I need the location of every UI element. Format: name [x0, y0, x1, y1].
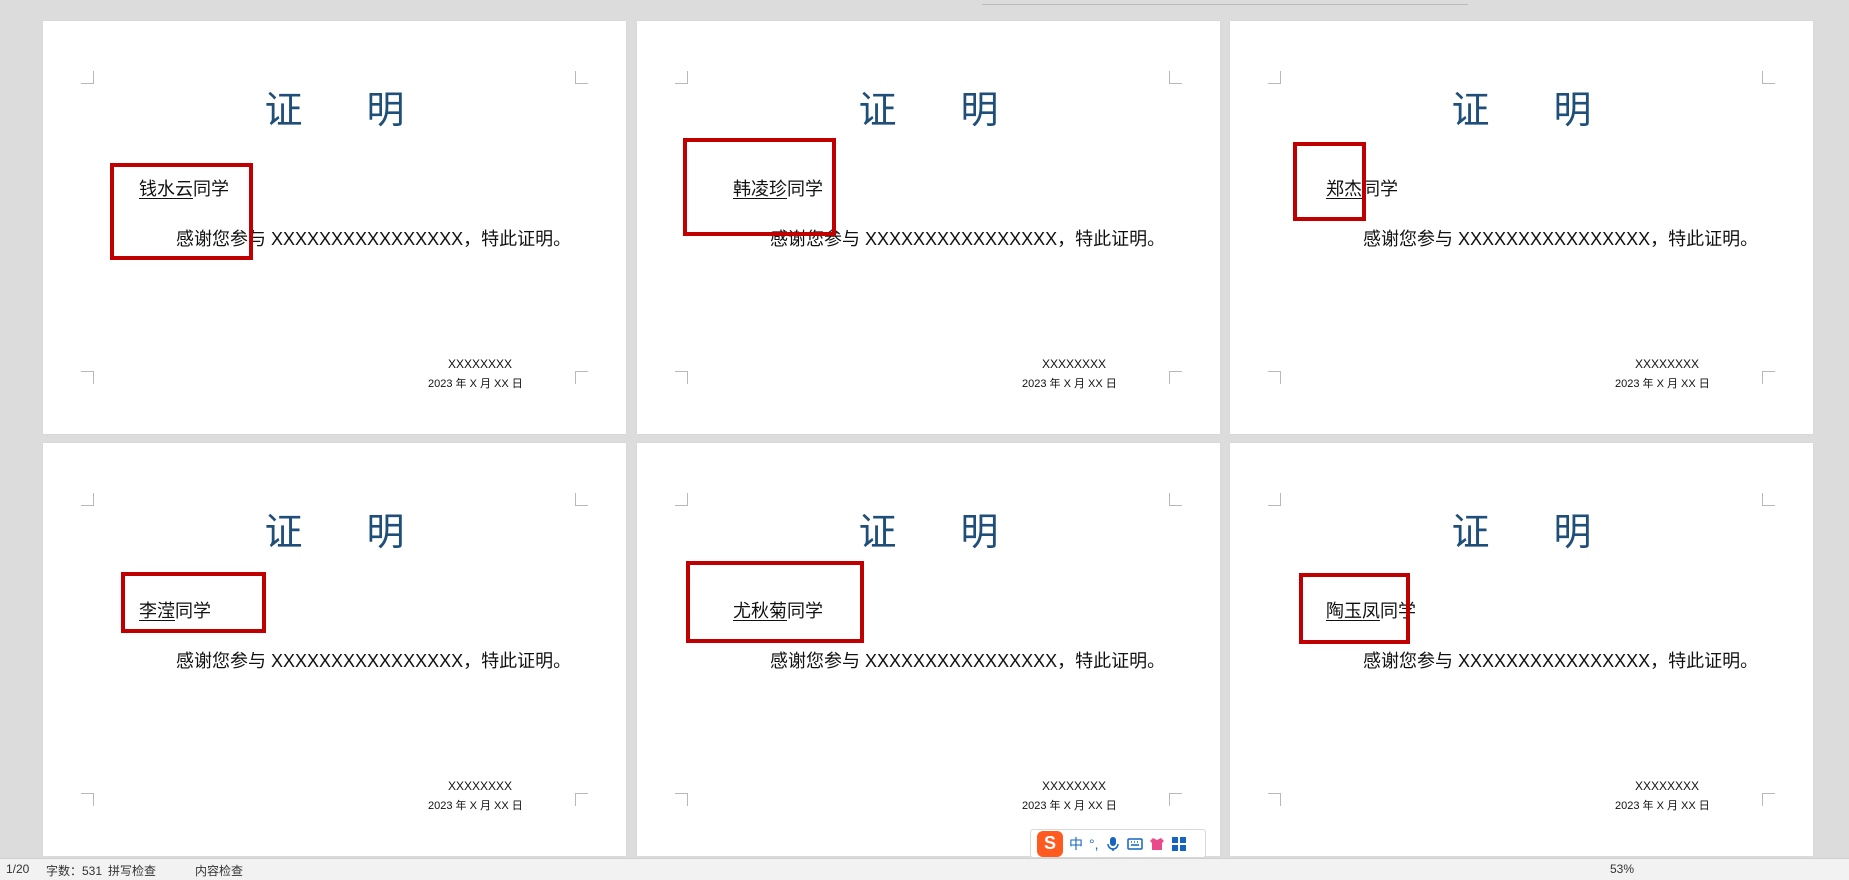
- page-indicator[interactable]: 1/20: [6, 862, 29, 876]
- certificate-page[interactable]: 证 明 韩凌珍同学 感谢您参与 XXXXXXXXXXXXXXXX，特此证明。 X…: [637, 21, 1220, 434]
- issue-date: 2023 年 X 月 XX 日: [428, 378, 523, 390]
- highlight-box: [1293, 142, 1366, 221]
- issuer-name: XXXXXXXX: [448, 357, 513, 371]
- highlight-box: [686, 561, 864, 643]
- certificate-page[interactable]: 证 明 郑杰同学 感谢您参与 XXXXXXXXXXXXXXXX，特此证明。 XX…: [1230, 21, 1813, 434]
- sogou-logo-icon[interactable]: S: [1037, 830, 1063, 857]
- highlight-box: [1299, 573, 1410, 644]
- certificate-page[interactable]: 证 明 李滢同学 感谢您参与 XXXXXXXXXXXXXXXX，特此证明。 XX…: [43, 443, 626, 856]
- certificate-body: 感谢您参与 XXXXXXXXXXXXXXXX，特此证明。: [770, 651, 1166, 671]
- margin-marker: [575, 371, 588, 384]
- issue-date: 2023 年 X 月 XX 日: [1615, 378, 1710, 390]
- certificate-body: 感谢您参与 XXXXXXXXXXXXXXXX，特此证明。: [1363, 651, 1759, 671]
- microphone-icon[interactable]: [1105, 836, 1121, 852]
- status-bar: 1/20 字数：531 拼写检查 内容检查 53%: [0, 858, 1849, 880]
- issuer-name: XXXXXXXX: [1042, 779, 1107, 793]
- certificate-title: 证 明: [858, 510, 1025, 554]
- margin-marker: [675, 793, 688, 806]
- ime-toolbar[interactable]: S 中 °,: [1030, 829, 1206, 858]
- certificate-page[interactable]: 证 明 钱水云同学 感谢您参与 XXXXXXXXXXXXXXXX，特此证明。 X…: [43, 21, 626, 434]
- margin-marker: [1268, 371, 1281, 384]
- toolbox-icon[interactable]: [1171, 836, 1187, 852]
- certificate-body: 感谢您参与 XXXXXXXXXXXXXXXX，特此证明。: [1363, 229, 1759, 249]
- margin-marker: [1268, 793, 1281, 806]
- issuer-name: XXXXXXXX: [1635, 357, 1700, 371]
- certificate-title: 证 明: [264, 88, 431, 132]
- ime-lang-toggle[interactable]: 中: [1069, 834, 1083, 854]
- margin-marker: [81, 371, 94, 384]
- issuer-name: XXXXXXXX: [1042, 357, 1107, 371]
- certificate-title: 证 明: [1451, 510, 1618, 554]
- highlight-box: [110, 163, 253, 260]
- issuer-name: XXXXXXXX: [448, 779, 513, 793]
- margin-marker: [575, 793, 588, 806]
- highlight-box: [683, 138, 836, 236]
- content-check-button[interactable]: 内容检查: [195, 862, 243, 879]
- margin-marker: [81, 793, 94, 806]
- margin-marker: [1169, 371, 1182, 384]
- margin-marker: [1762, 793, 1775, 806]
- issue-date: 2023 年 X 月 XX 日: [1022, 800, 1117, 812]
- spell-check-button[interactable]: 拼写检查: [108, 862, 156, 879]
- skin-icon[interactable]: [1149, 836, 1165, 852]
- certificate-title: 证 明: [264, 510, 431, 554]
- certificate-title: 证 明: [1451, 88, 1618, 132]
- margin-marker: [1762, 371, 1775, 384]
- certificate-page[interactable]: 证 明 尤秋菊同学 感谢您参与 XXXXXXXXXXXXXXXX，特此证明。 X…: [637, 443, 1220, 856]
- document-canvas: 证 明 钱水云同学 感谢您参与 XXXXXXXXXXXXXXXX，特此证明。 X…: [0, 0, 1849, 858]
- highlight-box: [121, 572, 266, 633]
- issue-date: 2023 年 X 月 XX 日: [1022, 378, 1117, 390]
- margin-marker: [675, 371, 688, 384]
- issue-date: 2023 年 X 月 XX 日: [1615, 800, 1710, 812]
- zoom-level[interactable]: 53%: [1610, 862, 1634, 876]
- issuer-name: XXXXXXXX: [1635, 779, 1700, 793]
- salutation-suffix: 同学: [1362, 179, 1398, 199]
- certificate-page[interactable]: 证 明 陶玉凤同学 感谢您参与 XXXXXXXXXXXXXXXX，特此证明。 X…: [1230, 443, 1813, 856]
- certificate-body: 感谢您参与 XXXXXXXXXXXXXXXX，特此证明。: [176, 651, 572, 671]
- certificate-title: 证 明: [858, 88, 1025, 132]
- ime-punct-toggle[interactable]: °,: [1089, 836, 1099, 852]
- margin-marker: [1169, 793, 1182, 806]
- word-count[interactable]: 字数：531: [46, 862, 102, 879]
- issue-date: 2023 年 X 月 XX 日: [428, 800, 523, 812]
- keyboard-icon[interactable]: [1126, 836, 1143, 852]
- ruler-marker[interactable]: [982, 0, 1468, 5]
